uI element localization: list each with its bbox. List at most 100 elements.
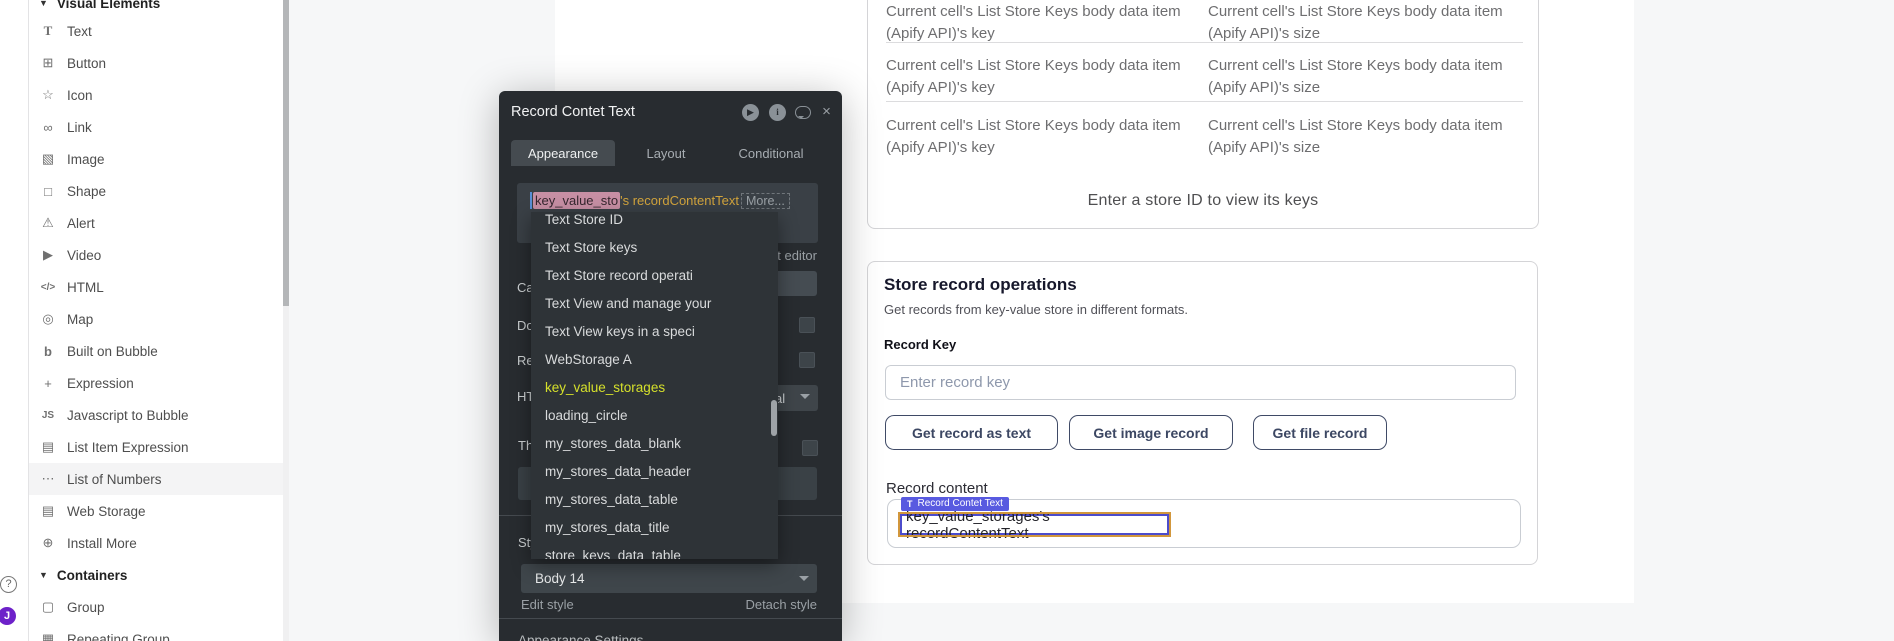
item-label: Install More bbox=[67, 536, 137, 551]
edit-style-link[interactable]: Edit style bbox=[521, 597, 574, 612]
sidebar-item-link[interactable]: ∞ Link bbox=[29, 111, 283, 143]
shape-icon: □ bbox=[38, 184, 58, 199]
sidebar-item-map[interactable]: ◎Map bbox=[29, 303, 283, 335]
get-image-record-button[interactable]: Get image record bbox=[1069, 415, 1233, 450]
link-icon: ∞ bbox=[38, 120, 58, 135]
dropdown-item[interactable]: Text Store record operati bbox=[531, 261, 778, 289]
collapse-triangle-icon: ▼ bbox=[39, 570, 48, 580]
section-header-label: Visual Elements bbox=[57, 0, 160, 11]
dropdown-item[interactable]: WebStorage A bbox=[531, 345, 778, 373]
checkbox[interactable] bbox=[799, 317, 815, 333]
sidebar-item-built-on-bubble[interactable]: b Built on Bubble bbox=[29, 335, 283, 367]
sidebar-item-install-more[interactable]: ⊕Install More bbox=[29, 527, 283, 559]
size-cell: Current cell's List Store Keys body data… bbox=[1208, 115, 1513, 159]
empty-state-message: Enter a store ID to view its keys bbox=[868, 192, 1538, 210]
section-visual-elements[interactable]: ▼ Visual Elements bbox=[29, 0, 283, 15]
sidebar-item-image[interactable]: ▧Image bbox=[29, 143, 283, 175]
sidebar-item-javascript-to-bubble[interactable]: JS Javascript to Bubble bbox=[29, 399, 283, 431]
sidebar-item-list-of-numbers[interactable]: ⋯List of Numbers bbox=[29, 463, 283, 495]
item-label: Text bbox=[67, 24, 92, 39]
item-label: Link bbox=[67, 120, 92, 135]
star-icon: ☆ bbox=[38, 87, 58, 103]
item-label: Javascript to Bubble bbox=[67, 408, 189, 423]
size-cell: Current cell's List Store Keys body data… bbox=[1208, 55, 1513, 99]
tab-conditional[interactable]: Conditional bbox=[721, 140, 821, 166]
appearance-settings-header: Appearance Settings bbox=[518, 633, 643, 641]
item-label: Built on Bubble bbox=[67, 344, 158, 359]
dropdown-item[interactable]: Text View and manage your bbox=[531, 289, 778, 317]
expression-text[interactable]: 's recordContentText bbox=[620, 193, 739, 208]
palette-scrollbar-handle[interactable] bbox=[283, 0, 289, 306]
store-keys-table: Current cell's List Store Keys body data… bbox=[867, 0, 1539, 229]
checkbox[interactable] bbox=[799, 352, 815, 368]
expression-token[interactable]: key_value_sto bbox=[533, 192, 620, 209]
checkbox[interactable] bbox=[802, 440, 818, 456]
sidebar-item-expression[interactable]: + Expression bbox=[29, 367, 283, 399]
item-label: Group bbox=[67, 600, 105, 615]
dropdown-field-fragment[interactable]: al bbox=[772, 385, 818, 411]
bubble-editor: ? J ▼ Visual Elements TText ⊞Button ☆ Ico… bbox=[0, 0, 1894, 641]
dropdown-item[interactable]: loading_circle bbox=[531, 401, 778, 429]
text-cursor bbox=[530, 192, 532, 209]
rail-divider bbox=[28, 0, 29, 641]
selected-text-element[interactable]: key_value_storages's recordContentText bbox=[900, 514, 1169, 535]
sidebar-item-alert[interactable]: ⚠Alert bbox=[29, 207, 283, 239]
bubble-icon: b bbox=[38, 344, 58, 359]
sidebar-item-web-storage[interactable]: ▤Web Storage bbox=[29, 495, 283, 527]
record-key-label: Record Key bbox=[884, 337, 956, 352]
item-label: HTML bbox=[67, 280, 104, 295]
style-select[interactable]: Body 14 bbox=[521, 564, 817, 593]
dropdown-item[interactable]: Text Store keys bbox=[531, 233, 778, 261]
card-title: Store record operations bbox=[884, 275, 1077, 295]
sidebar-item-html[interactable]: </>HTML bbox=[29, 271, 283, 303]
collapse-triangle-icon: ▼ bbox=[39, 0, 48, 8]
item-label: Icon bbox=[67, 88, 93, 103]
dropdown-scrollbar-handle[interactable] bbox=[771, 400, 777, 436]
comment-icon[interactable] bbox=[795, 106, 811, 119]
dropdown-item-highlighted[interactable]: key_value_storages bbox=[531, 373, 778, 401]
record-key-input[interactable] bbox=[885, 365, 1516, 400]
sidebar-item-repeating-group[interactable]: ▦Repeating Group bbox=[29, 623, 283, 641]
dropdown-item[interactable]: store_keys_data_table bbox=[531, 541, 778, 559]
more-chip[interactable]: More... bbox=[741, 193, 790, 209]
chevron-down-icon bbox=[799, 576, 809, 586]
avatar[interactable]: J bbox=[0, 607, 16, 625]
item-label: Repeating Group bbox=[67, 632, 170, 641]
chevron-down-icon bbox=[800, 394, 810, 404]
sidebar-item-group[interactable]: ▢Group bbox=[29, 591, 283, 623]
row-divider bbox=[886, 101, 1523, 102]
dropdown-item[interactable]: Text View keys in a speci bbox=[531, 317, 778, 345]
key-cell: Current cell's List Store Keys body data… bbox=[886, 1, 1191, 45]
sidebar-item-button[interactable]: ⊞Button bbox=[29, 47, 283, 79]
sidebar-item-list-item-expression[interactable]: ▤List Item Expression bbox=[29, 431, 283, 463]
dropdown-item[interactable]: my_stores_data_table bbox=[531, 485, 778, 513]
plus-icon: + bbox=[38, 376, 58, 391]
item-label: List of Numbers bbox=[67, 472, 162, 487]
get-record-as-text-button[interactable]: Get record as text bbox=[885, 415, 1058, 450]
detach-style-link[interactable]: Detach style bbox=[745, 597, 817, 612]
dropdown-item[interactable]: Text Store ID bbox=[531, 212, 778, 233]
sidebar-item-video[interactable]: ▶Video bbox=[29, 239, 283, 271]
storage-icon: ▤ bbox=[38, 503, 58, 519]
js-icon: JS bbox=[38, 410, 58, 421]
section-containers[interactable]: ▼ Containers bbox=[29, 559, 283, 591]
preview-play-icon[interactable]: ▶ bbox=[742, 104, 759, 121]
sidebar-item-shape[interactable]: □Shape bbox=[29, 175, 283, 207]
selected-element-badge: T Record Contet Text bbox=[901, 497, 1009, 511]
tab-appearance[interactable]: Appearance bbox=[511, 140, 615, 166]
close-icon[interactable]: × bbox=[818, 104, 835, 121]
record-content-label: Record content bbox=[886, 480, 988, 497]
item-label: Expression bbox=[67, 376, 134, 391]
tab-layout[interactable]: Layout bbox=[631, 140, 701, 166]
dropdown-item[interactable]: my_stores_data_blank bbox=[531, 429, 778, 457]
dropdown-item[interactable]: my_stores_data_header bbox=[531, 457, 778, 485]
sidebar-item-icon[interactable]: ☆ Icon bbox=[29, 79, 283, 111]
help-icon[interactable]: ? bbox=[0, 576, 17, 593]
dropdown-item[interactable]: my_stores_data_title bbox=[531, 513, 778, 541]
caption-input-fragment[interactable] bbox=[772, 271, 817, 296]
get-file-record-button[interactable]: Get file record bbox=[1253, 415, 1387, 450]
editor-canvas: Current cell's List Store Keys body data… bbox=[289, 0, 1894, 641]
sidebar-item-text[interactable]: TText bbox=[29, 15, 283, 47]
video-icon: ▶ bbox=[38, 247, 58, 263]
info-icon[interactable]: i bbox=[769, 104, 786, 121]
